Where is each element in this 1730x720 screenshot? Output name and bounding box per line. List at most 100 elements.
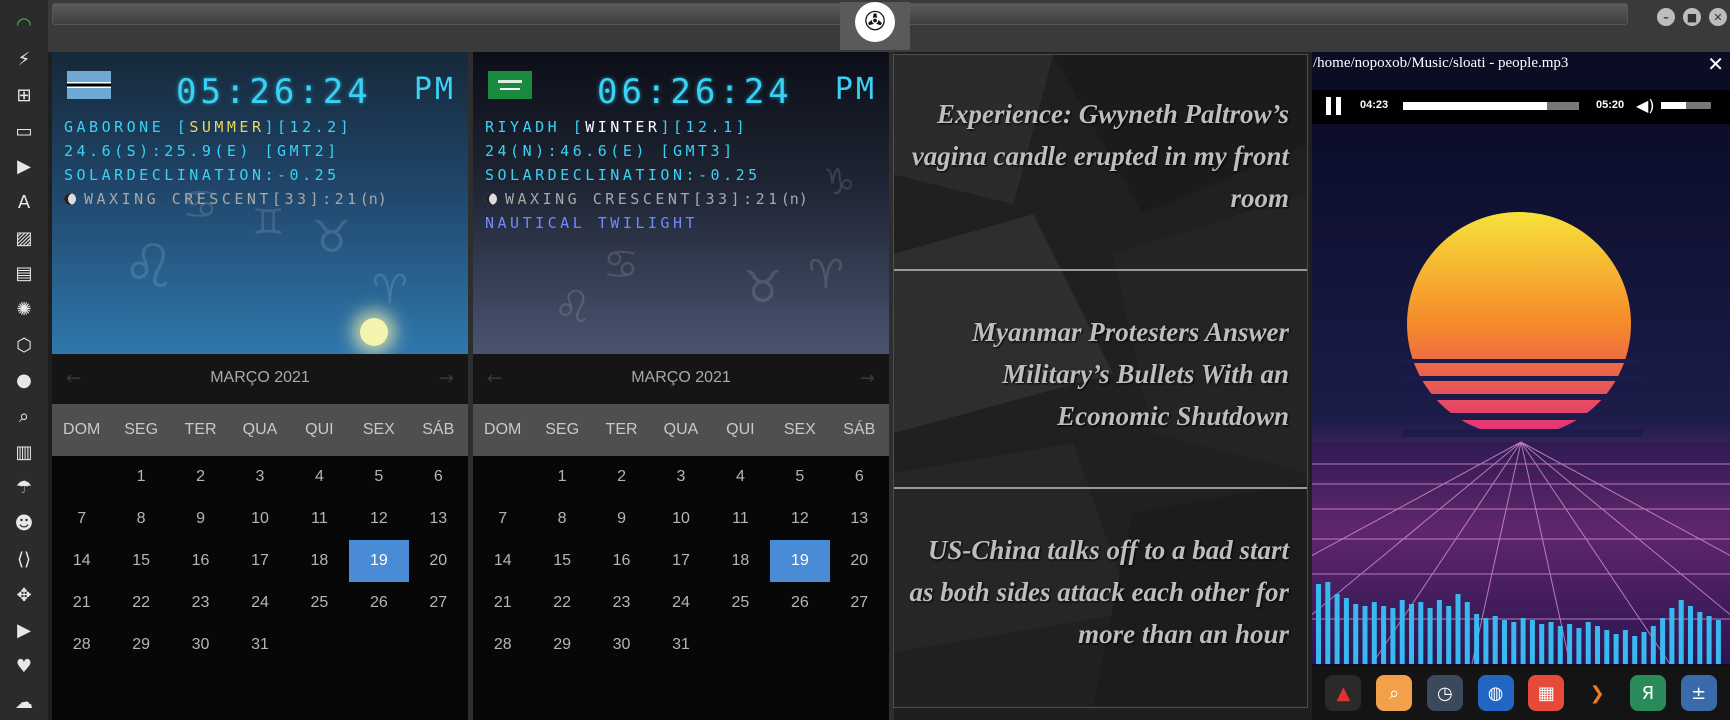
calendar-day[interactable]: 23 — [592, 582, 651, 624]
calendar-day[interactable]: 18 — [711, 540, 770, 582]
calendar-day[interactable]: 24 — [230, 582, 289, 624]
calendar-day[interactable]: 29 — [532, 624, 591, 666]
hexagon-icon[interactable]: ⬡ — [11, 332, 37, 358]
calendar-day[interactable]: 14 — [52, 540, 111, 582]
calendar-day[interactable]: 8 — [532, 498, 591, 540]
calendar-day[interactable]: 21 — [473, 582, 532, 624]
calendar-day[interactable]: 23 — [171, 582, 230, 624]
minimize-button[interactable]: – — [1657, 8, 1675, 26]
calendar-day[interactable]: 25 — [290, 582, 349, 624]
calendar-day[interactable]: 21 — [52, 582, 111, 624]
volume-icon[interactable]: ◀) — [1636, 96, 1655, 115]
calendar-day[interactable]: 19 — [349, 540, 409, 582]
calendar-day[interactable]: 1 — [532, 456, 591, 498]
calendar-day[interactable]: 13 — [830, 498, 889, 540]
dock-app-calculator[interactable]: ± — [1680, 675, 1717, 711]
calendar-day[interactable]: 12 — [770, 498, 829, 540]
play-circle-icon[interactable]: ▶ — [11, 154, 37, 180]
seek-bar[interactable] — [1403, 102, 1579, 110]
calendar-day[interactable]: 27 — [830, 582, 889, 624]
windows-icon[interactable]: ⊞ — [11, 82, 37, 108]
umbrella-icon[interactable]: ☂ — [11, 475, 37, 501]
calendar-day[interactable]: 19 — [770, 540, 830, 582]
calendar-day[interactable]: 17 — [651, 540, 710, 582]
empire-icon[interactable]: ✺ — [11, 297, 37, 323]
calendar-day[interactable]: 10 — [230, 498, 289, 540]
calendar-day[interactable]: 29 — [111, 624, 170, 666]
calendar-day[interactable]: 25 — [711, 582, 770, 624]
calendar-day[interactable]: 27 — [409, 582, 468, 624]
calendar-day[interactable]: 16 — [171, 540, 230, 582]
lightning-icon[interactable]: ⚡ — [11, 47, 37, 73]
calendar-day[interactable]: 8 — [111, 498, 170, 540]
calendar-day[interactable]: 22 — [532, 582, 591, 624]
calendar-day[interactable]: 16 — [592, 540, 651, 582]
map-icon[interactable]: ▥ — [11, 439, 37, 465]
rebel-alliance-emblem[interactable]: ✇ — [840, 2, 910, 50]
dock-app-yandex[interactable]: Я — [1629, 675, 1666, 711]
calendar-day[interactable]: 9 — [171, 498, 230, 540]
pause-button[interactable] — [1326, 97, 1344, 115]
code-icon[interactable]: ⟨⟩ — [11, 546, 37, 572]
news-headline[interactable]: Myanmar Protesters Answer Military’s Bul… — [909, 311, 1289, 437]
calendar-day[interactable]: 26 — [770, 582, 829, 624]
calendar-day[interactable]: 3 — [230, 456, 289, 498]
calendar-day[interactable]: 28 — [52, 624, 111, 666]
close-button[interactable]: ✕ — [1709, 8, 1727, 26]
news-headline[interactable]: US-China talks off to a bad start as bot… — [909, 529, 1289, 655]
calendar-day[interactable]: 6 — [409, 456, 468, 498]
calendar-day[interactable]: 3 — [651, 456, 710, 498]
calendar-day[interactable]: 15 — [532, 540, 591, 582]
heart-icon[interactable]: ♥ — [11, 653, 37, 679]
calendar-day[interactable]: 15 — [111, 540, 170, 582]
calendar-day[interactable]: 30 — [592, 624, 651, 666]
dock-app-arrow[interactable]: ❯ — [1579, 675, 1616, 711]
dock-app-search[interactable]: ⌕ — [1376, 675, 1413, 711]
translate-icon[interactable]: A — [11, 189, 37, 215]
calendar-day[interactable]: 2 — [171, 456, 230, 498]
newspaper-icon[interactable]: ▤ — [11, 261, 37, 287]
search-icon[interactable]: ⌕ — [11, 404, 37, 430]
calendar-day[interactable]: 31 — [651, 624, 710, 666]
calendar-day[interactable]: 20 — [830, 540, 889, 582]
calendar-day[interactable]: 1 — [111, 456, 170, 498]
dock-app-calendar[interactable]: ▦ — [1528, 675, 1565, 711]
wifi-icon[interactable]: ◠ — [11, 11, 37, 37]
youtube-icon[interactable]: ▶ — [11, 618, 37, 644]
dock-app-red-triangle[interactable]: ▲ — [1325, 675, 1362, 711]
volume-slider[interactable] — [1661, 102, 1711, 109]
image-icon[interactable]: ▨ — [11, 225, 37, 251]
calendar-day[interactable]: 30 — [171, 624, 230, 666]
calendar-day[interactable]: 5 — [349, 456, 408, 498]
player-close-button[interactable]: ✕ — [1707, 52, 1724, 76]
calendar-day[interactable]: 31 — [230, 624, 289, 666]
globe-icon[interactable]: ● — [11, 368, 37, 394]
calendar-day[interactable]: 20 — [409, 540, 468, 582]
calendar-day[interactable]: 10 — [651, 498, 710, 540]
calendar-day[interactable]: 14 — [473, 540, 532, 582]
calendar-day[interactable]: 2 — [592, 456, 651, 498]
calendar-day[interactable]: 12 — [349, 498, 408, 540]
calendar-day[interactable]: 28 — [473, 624, 532, 666]
calendar-day[interactable]: 7 — [473, 498, 532, 540]
calendar-day[interactable]: 22 — [111, 582, 170, 624]
calendar-day[interactable]: 7 — [52, 498, 111, 540]
archive-icon[interactable]: ▭ — [11, 118, 37, 144]
calendar-day[interactable]: 6 — [830, 456, 889, 498]
calendar-day[interactable]: 13 — [409, 498, 468, 540]
calendar-day[interactable]: 11 — [711, 498, 770, 540]
news-headline[interactable]: Experience: Gwyneth Paltrow’s vagina can… — [909, 93, 1289, 219]
contact-card-icon[interactable]: ☻ — [11, 511, 37, 537]
dock-app-clock[interactable]: ◷ — [1426, 675, 1463, 711]
calendar-day[interactable]: 18 — [290, 540, 349, 582]
calendar-day[interactable]: 4 — [290, 456, 349, 498]
calendar-day[interactable]: 9 — [592, 498, 651, 540]
calendar-day[interactable]: 26 — [349, 582, 408, 624]
next-month-button[interactable]: → — [860, 368, 875, 389]
maximize-button[interactable]: ■ — [1683, 8, 1701, 26]
expand-icon[interactable]: ✥ — [11, 582, 37, 608]
calendar-day[interactable]: 5 — [770, 456, 829, 498]
calendar-day[interactable]: 4 — [711, 456, 770, 498]
next-month-button[interactable]: → — [439, 368, 454, 389]
calendar-day[interactable]: 11 — [290, 498, 349, 540]
